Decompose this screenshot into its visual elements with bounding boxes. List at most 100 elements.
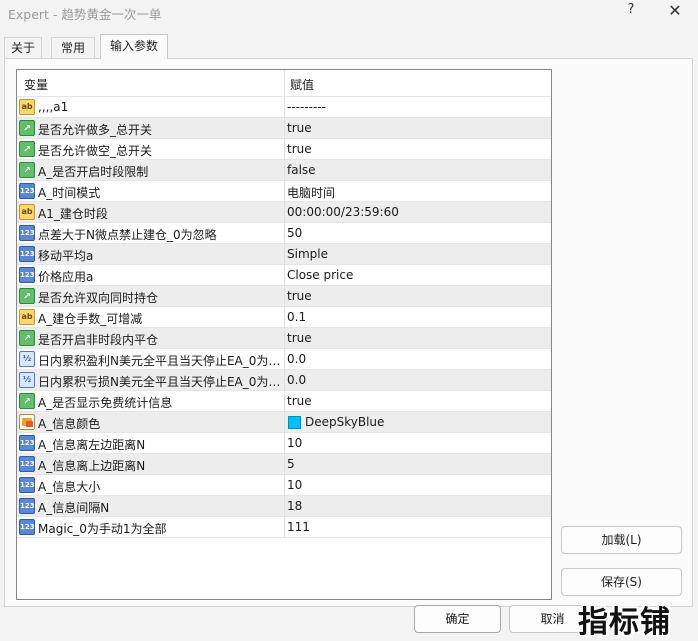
cell-divider [284, 328, 285, 349]
parameter-value[interactable]: 50 [287, 226, 547, 240]
watermark-logo: 指标铺 [578, 605, 671, 640]
int-type-icon: 123 [19, 225, 35, 241]
cell-divider [284, 118, 285, 139]
load-button[interactable]: 加载(L) [561, 526, 682, 554]
parameter-name: 日内累积盈利N美元全平且当天停止EA_0为?.. [38, 354, 282, 368]
parameter-value[interactable]: 5 [287, 457, 547, 471]
cell-divider [284, 370, 285, 391]
parameter-name: 是否允许双向同时持仓 [38, 291, 159, 305]
table-row[interactable]: ↗ A_是否显示免费统计信息 true [17, 391, 551, 412]
bool-type-icon: ↗ [19, 162, 35, 178]
parameter-value[interactable]: true [287, 289, 547, 303]
string-type-icon: ab [19, 99, 35, 115]
table-row[interactable]: 123 A_信息间隔N 18 [17, 496, 551, 517]
int-type-icon: 123 [19, 183, 35, 199]
table-row[interactable]: 123 A_信息离上边距离N 5 [17, 454, 551, 475]
cell-divider [284, 202, 285, 223]
cell-divider [284, 475, 285, 496]
parameter-name: 是否允许做多_总开关 [38, 123, 153, 137]
parameter-name: 是否开启非时段内平仓 [38, 333, 159, 347]
column-header-value[interactable]: 赋值 [290, 76, 314, 93]
cell-divider [284, 160, 285, 181]
int-type-icon: 123 [19, 246, 35, 262]
table-row[interactable]: 123 价格应用a Close price [17, 265, 551, 286]
cell-divider [284, 139, 285, 160]
parameter-value[interactable]: --------- [287, 100, 547, 114]
column-divider[interactable] [284, 70, 285, 97]
parameter-value[interactable]: DeepSkyBlue [305, 415, 551, 429]
ok-button[interactable]: 确定 [414, 605, 501, 633]
table-row[interactable]: 123 A_信息离左边距离N 10 [17, 433, 551, 454]
cell-divider [284, 349, 285, 370]
parameter-value[interactable]: 00:00:00/23:59:60 [287, 205, 547, 219]
parameter-value[interactable]: 111 [287, 520, 547, 534]
cell-divider [284, 307, 285, 328]
parameter-value[interactable]: Close price [287, 268, 547, 282]
table-row[interactable]: 123 移动平均a Simple [17, 244, 551, 265]
table-row[interactable]: A_信息颜色 DeepSkyBlue [17, 412, 551, 433]
parameter-value[interactable]: 0.0 [287, 373, 547, 387]
table-row[interactable]: ½ 日内累积亏损N美元全平且当天停止EA_0为?.. 0.0 [17, 370, 551, 391]
table-row[interactable]: 123 A_信息大小 10 [17, 475, 551, 496]
parameter-value[interactable]: true [287, 331, 547, 345]
cell-divider [284, 517, 285, 538]
cell-divider [284, 391, 285, 412]
parameter-value[interactable]: true [287, 394, 547, 408]
table-row[interactable]: ↗ 是否开启非时段内平仓 true [17, 328, 551, 349]
int-type-icon: 123 [19, 456, 35, 472]
cell-divider [284, 97, 285, 118]
tab-common[interactable]: 常用 [51, 37, 95, 59]
table-row[interactable]: 123 Magic_0为手动1为全部 111 [17, 517, 551, 538]
int-type-icon: 123 [19, 477, 35, 493]
table-row[interactable]: ↗ 是否允许双向同时持仓 true [17, 286, 551, 307]
parameter-value[interactable]: 0.1 [287, 310, 547, 324]
double-type-icon: ½ [19, 372, 35, 388]
parameter-value[interactable]: 10 [287, 436, 547, 450]
parameter-name: A_建仓手数_可增减 [38, 312, 143, 326]
table-row[interactable]: ↗ 是否允许做多_总开关 true [17, 118, 551, 139]
table-row[interactable]: ab ,,,,a1 --------- [17, 97, 551, 118]
title-bar: Expert - 趋势黄金一次一单 ? ✕ [0, 0, 698, 26]
int-type-icon: 123 [19, 435, 35, 451]
window-title: Expert - 趋势黄金一次一单 [8, 7, 162, 22]
parameter-value[interactable]: 10 [287, 478, 547, 492]
parameter-name: A_信息间隔N [38, 501, 110, 515]
cell-divider [284, 412, 285, 433]
bool-type-icon: ↗ [19, 288, 35, 304]
parameter-value[interactable]: true [287, 121, 547, 135]
parameter-value[interactable]: false [287, 163, 547, 177]
table-row[interactable]: 123 点差大于N微点禁止建仓_0为忽略 50 [17, 223, 551, 244]
table-row[interactable]: 123 A_时间模式 电脑时间 [17, 181, 551, 202]
parameter-name: 是否允许做空_总开关 [38, 144, 153, 158]
bool-type-icon: ↗ [19, 393, 35, 409]
parameter-name: A_是否显示免费统计信息 [38, 396, 173, 410]
column-header-variable[interactable]: 变量 [24, 76, 48, 93]
cell-divider [284, 181, 285, 202]
parameter-value[interactable]: Simple [287, 247, 547, 261]
close-button[interactable]: ✕ [667, 1, 683, 20]
bool-type-icon: ↗ [19, 141, 35, 157]
parameter-value[interactable]: 电脑时间 [287, 184, 547, 201]
cell-divider [284, 454, 285, 475]
parameter-name: A_信息大小 [38, 480, 101, 494]
parameter-value[interactable]: 18 [287, 499, 547, 513]
tab-inputs[interactable]: 输入参数 [100, 34, 168, 59]
table-row[interactable]: ↗ 是否允许做空_总开关 true [17, 139, 551, 160]
parameter-name: A_时间模式 [38, 186, 101, 200]
color-swatch[interactable] [288, 416, 301, 429]
table-row[interactable]: ab A1_建仓时段 00:00:00/23:59:60 [17, 202, 551, 223]
parameter-name: ,,,,a1 [38, 100, 69, 114]
table-row[interactable]: ½ 日内累积盈利N美元全平且当天停止EA_0为?.. 0.0 [17, 349, 551, 370]
parameter-value[interactable]: 0.0 [287, 352, 547, 366]
help-button[interactable]: ? [625, 2, 637, 17]
table-row[interactable]: ab A_建仓手数_可增减 0.1 [17, 307, 551, 328]
tab-about[interactable]: 关于 [4, 37, 42, 59]
parameter-name: 点差大于N微点禁止建仓_0为忽略 [38, 228, 217, 242]
string-type-icon: ab [19, 309, 35, 325]
parameter-name: 日内累积亏损N美元全平且当天停止EA_0为?.. [38, 375, 282, 389]
table-row[interactable]: ↗ A_是否开启时段限制 false [17, 160, 551, 181]
parameter-value[interactable]: true [287, 142, 547, 156]
cell-divider [284, 244, 285, 265]
save-button[interactable]: 保存(S) [561, 568, 682, 596]
grid-rows: ab ,,,,a1 --------- ↗ 是否允许做多_总开关 true ↗ 是否允许做空_… [17, 97, 551, 538]
